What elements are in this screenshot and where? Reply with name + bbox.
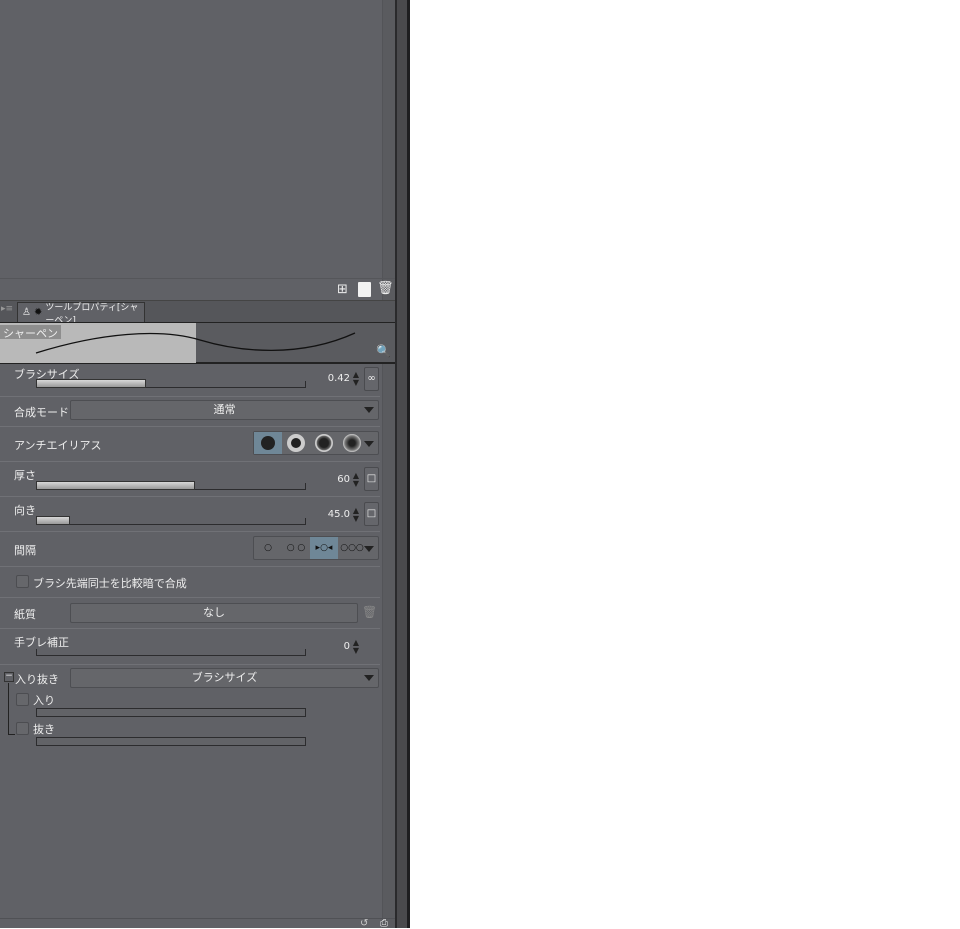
blend-mode-dropdown[interactable]: 通常 xyxy=(70,400,379,420)
panel-scrollbar[interactable] xyxy=(382,0,395,928)
stabilization-value[interactable]: 0 xyxy=(310,641,350,652)
chevron-down-icon[interactable] xyxy=(364,441,374,447)
spin-icon[interactable]: ▲ ▼ xyxy=(351,371,361,387)
antialias-label: アンチエイリアス xyxy=(14,439,102,452)
taper-label: 入り抜き xyxy=(15,673,59,686)
direction-slider[interactable] xyxy=(36,518,306,525)
blend-mode-label: 合成モード xyxy=(14,406,69,419)
pressure-settings-icon[interactable]: □ xyxy=(364,502,379,526)
spacing-narrow-option[interactable]: ○ xyxy=(254,537,282,559)
new-page-icon[interactable] xyxy=(358,282,371,297)
tool-property-panel xyxy=(0,0,395,928)
save-icon[interactable]: ⎙ xyxy=(380,918,388,929)
chevron-down-icon xyxy=(364,675,374,681)
pencil-icon: ♙ xyxy=(22,307,31,318)
taper-end-slider[interactable] xyxy=(36,737,306,746)
collapse-icon[interactable]: − xyxy=(4,672,14,682)
pressure-settings-icon[interactable]: ∞ xyxy=(364,367,379,391)
spacing-selector[interactable]: ○ ○ ○ ▸○◂ ○○○ xyxy=(253,536,379,560)
taper-start-label: 入り xyxy=(33,694,55,707)
pressure-settings-icon[interactable]: □ xyxy=(364,467,379,491)
reset-icon[interactable]: ↺ xyxy=(360,918,368,929)
taper-start-checkbox[interactable] xyxy=(16,693,29,706)
spacing-fixed-option[interactable]: ○○○ xyxy=(338,537,366,559)
compare-darken-checkbox[interactable] xyxy=(16,575,29,588)
divider xyxy=(0,278,395,279)
stabilization-label: 手ブレ補正 xyxy=(14,636,69,649)
antialias-weak-option[interactable] xyxy=(282,432,310,454)
trash-icon[interactable]: 🗑 xyxy=(377,281,394,296)
settings-icon: ✹ xyxy=(33,307,43,318)
trash-icon[interactable]: 🗑 xyxy=(362,605,377,619)
thickness-value[interactable]: 60 xyxy=(310,474,350,485)
direction-fill xyxy=(36,516,70,525)
taper-dropdown[interactable]: ブラシサイズ xyxy=(70,668,379,688)
spin-icon[interactable]: ▲ ▼ xyxy=(351,507,361,523)
compare-darken-label: ブラシ先端同士を比較暗で合成 xyxy=(33,577,187,590)
antialias-strong-option[interactable] xyxy=(338,432,366,454)
taper-value: ブラシサイズ xyxy=(191,671,258,684)
blend-mode-value: 通常 xyxy=(213,403,236,416)
antialias-medium-option[interactable] xyxy=(310,432,338,454)
brush-size-fill xyxy=(36,379,146,388)
spacing-wide-option[interactable]: ▸○◂ xyxy=(310,537,338,559)
zoom-preview-icon[interactable]: 🔍 xyxy=(376,344,391,358)
stabilization-slider[interactable] xyxy=(36,649,306,656)
paper-texture-selector[interactable]: なし xyxy=(70,603,358,623)
chevron-down-icon[interactable] xyxy=(364,546,374,552)
add-layer-icon[interactable]: ⊞ xyxy=(337,282,348,297)
brush-size-value[interactable]: 0.42 xyxy=(310,373,350,384)
paper-texture-label: 紙質 xyxy=(14,608,36,621)
panel-menu-icon[interactable]: ▸≡ xyxy=(1,304,13,314)
taper-end-checkbox[interactable] xyxy=(16,722,29,735)
canvas-area[interactable] xyxy=(410,0,960,928)
spin-icon[interactable]: ▲ ▼ xyxy=(351,639,361,655)
taper-start-slider[interactable] xyxy=(36,708,306,717)
thickness-fill xyxy=(36,481,195,490)
spacing-label: 間隔 xyxy=(14,544,36,557)
antialias-selector[interactable] xyxy=(253,431,379,455)
direction-value[interactable]: 45.0 xyxy=(310,509,350,520)
direction-label: 向き xyxy=(14,504,36,517)
brush-preview: シャーペン 🔍 xyxy=(0,322,395,364)
stroke-preview xyxy=(35,332,356,354)
spacing-normal-option[interactable]: ○ ○ xyxy=(282,537,310,559)
paper-texture-value: なし xyxy=(203,606,225,619)
antialias-none-option[interactable] xyxy=(254,432,282,454)
chevron-down-icon xyxy=(364,407,374,413)
panel-divider[interactable] xyxy=(395,0,410,928)
taper-end-label: 抜き xyxy=(33,723,55,736)
tab-tool-property[interactable]: ♙ ✹ ツールプロパティ[シャーペン] xyxy=(17,302,145,326)
spin-icon[interactable]: ▲ ▼ xyxy=(351,472,361,488)
thickness-label: 厚さ xyxy=(14,469,36,482)
